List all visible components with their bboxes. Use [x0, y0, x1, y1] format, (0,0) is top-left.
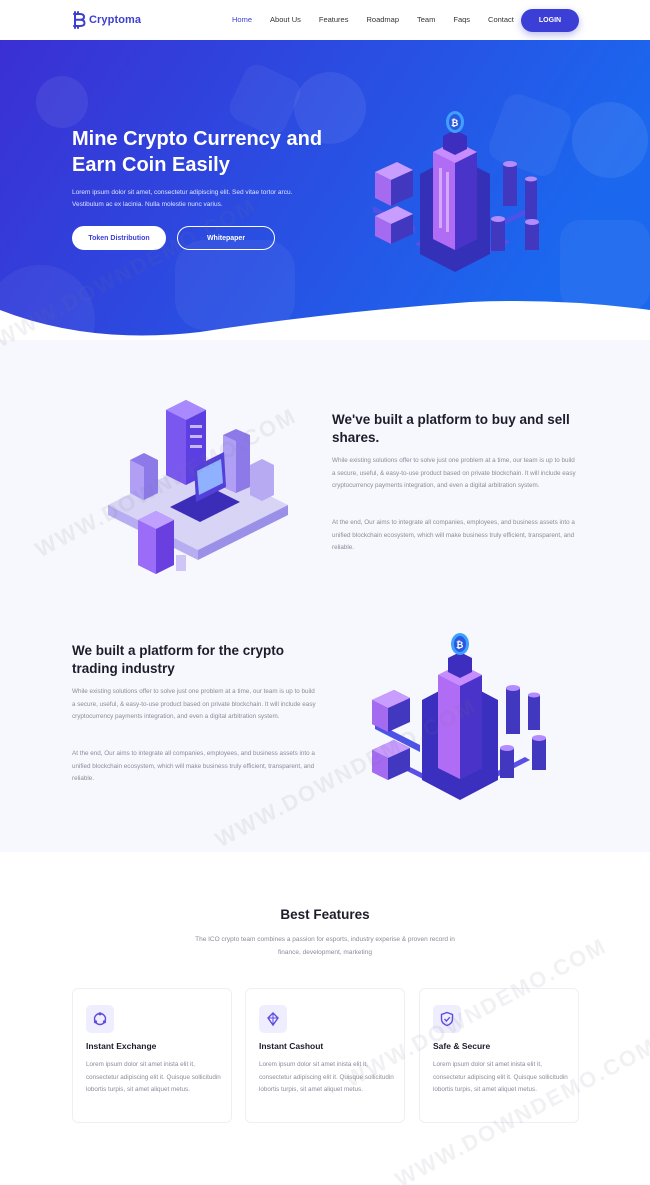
- nav-item-home[interactable]: Home: [232, 15, 252, 24]
- industry-paragraph-1: While existing solutions offer to solve …: [72, 688, 316, 720]
- nav-item-features[interactable]: Features: [319, 15, 349, 24]
- cashout-icon: [259, 1005, 287, 1033]
- bitcoin-logo-icon: [73, 11, 86, 29]
- brand-logo[interactable]: Cryptoma: [72, 11, 141, 29]
- features-title: Best Features: [280, 907, 370, 922]
- features-subtitle: The ICO crypto team combines a passion f…: [195, 936, 455, 956]
- platform-paragraph-1: While existing solutions offer to solve …: [332, 457, 576, 489]
- nav-item-about[interactable]: About Us: [270, 15, 301, 24]
- feature-card-exchange: Instant Exchange Lorem ipsum dolor sit a…: [72, 988, 232, 1123]
- platform-title: We've built a platform to buy and sell s…: [332, 412, 570, 445]
- login-button[interactable]: LOGIN: [521, 9, 579, 32]
- nav-item-roadmap[interactable]: Roadmap: [366, 15, 399, 24]
- industry-title: We built a platform for the crypto tradi…: [72, 643, 285, 676]
- main-menu: Home About Us Features Roadmap Team Faqs…: [232, 15, 532, 24]
- industry-paragraph-2: At the end, Our aims to integrate all co…: [72, 750, 315, 782]
- feature-title: Instant Exchange: [86, 1041, 157, 1051]
- svg-text:₿: ₿: [456, 640, 463, 651]
- exchange-icon: [86, 1005, 114, 1033]
- crypto-city-illustration: ₿: [373, 111, 539, 272]
- feature-description: Lorem ipsum dolor sit amet inista elit i…: [86, 1061, 221, 1093]
- nav-item-faqs[interactable]: Faqs: [453, 15, 470, 24]
- svg-text:₿: ₿: [451, 118, 458, 129]
- nav-item-contact[interactable]: Contact: [488, 15, 514, 24]
- top-navbar: Cryptoma Home About Us Features Roadmap …: [0, 0, 650, 40]
- feature-title: Instant Cashout: [259, 1041, 324, 1051]
- platform-paragraph-2: At the end, Our aims to integrate all co…: [332, 519, 575, 551]
- hero-description: Lorem ipsum dolor sit amet, consectetur …: [72, 189, 293, 208]
- hero-title: Mine Crypto Currency and Earn Coin Easil…: [72, 128, 323, 176]
- brand-name: Cryptoma: [89, 14, 142, 26]
- nav-item-team[interactable]: Team: [417, 15, 435, 24]
